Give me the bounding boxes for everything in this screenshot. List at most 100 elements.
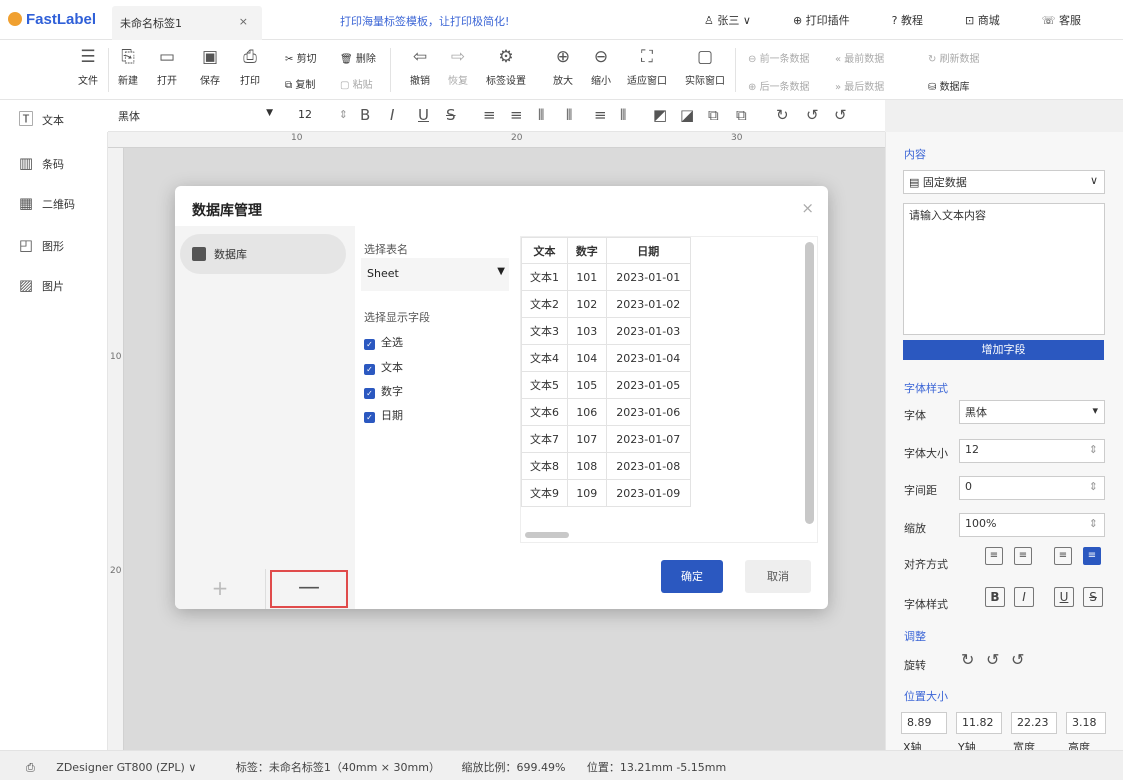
table-select[interactable]: Sheet ▼	[361, 258, 509, 291]
align-right-icon[interactable]: ⫴	[620, 106, 626, 124]
undo-button[interactable]: ⇦ 撤销	[410, 46, 430, 87]
confirm-button[interactable]: 确定	[661, 560, 723, 593]
strikethrough-button[interactable]: S	[1083, 587, 1103, 607]
x-field[interactable]: 8.89	[901, 712, 947, 734]
italic-button[interactable]: I	[1014, 587, 1034, 607]
align-justify-button[interactable]: ≡	[1083, 547, 1101, 565]
add-database-button[interactable]: +	[175, 569, 265, 609]
content-textarea[interactable]: 请输入文本内容	[903, 203, 1105, 335]
paste-button[interactable]: ▢ 粘贴	[340, 76, 373, 91]
align-left-icon[interactable]: ⫴	[538, 106, 544, 124]
rotate-180-icon[interactable]: ↺	[806, 106, 819, 124]
field-checkbox-text[interactable]: ✓ 文本	[364, 359, 403, 375]
stepper-icon[interactable]: ⇕	[1089, 443, 1098, 456]
print-plugin-link[interactable]: ⊕ 打印插件	[793, 12, 871, 28]
label-settings-button[interactable]: ⚙ 标签设置	[486, 46, 526, 87]
font-size-field[interactable]: 12 ⇕	[959, 439, 1105, 463]
rotate-270-icon[interactable]: ↺	[1011, 650, 1024, 669]
italic-icon[interactable]: I	[390, 106, 394, 124]
file-button[interactable]: ☰ 文件	[78, 46, 98, 87]
tool-qrcode[interactable]: ▦ 二维码	[16, 194, 75, 212]
align-top-icon[interactable]: ≡	[483, 106, 496, 124]
last-record-button[interactable]: » 最后数据	[835, 78, 884, 93]
table-cell: 2023-01-04	[605, 344, 692, 372]
field-checkbox-number[interactable]: ✓ 数字	[364, 383, 403, 399]
next-record-button[interactable]: ⊕ 后一条数据	[748, 78, 810, 93]
font-style-section-title: 字体样式	[904, 382, 948, 395]
rotate-180-icon[interactable]: ↺	[986, 650, 999, 669]
letter-spacing-field[interactable]: 0 ⇕	[959, 476, 1105, 500]
new-button[interactable]: ⎘ 新建	[118, 46, 138, 87]
tutorial-link[interactable]: ? 教程	[892, 12, 944, 28]
rotate-90-icon[interactable]: ↻	[776, 106, 789, 124]
actual-window-button[interactable]: ▢ 实际窗口	[685, 46, 725, 87]
printer-select[interactable]: ⎙ ZDesigner GT800 (ZPL) ∨	[26, 761, 214, 774]
align-bottom-icon[interactable]: ≡	[594, 106, 607, 124]
group-icon[interactable]: ⧉	[708, 106, 719, 124]
zoom-out-button[interactable]: ⊖ 缩小	[591, 46, 611, 87]
align-center-icon[interactable]: ⫴	[566, 106, 572, 124]
bold-icon[interactable]: B	[360, 106, 370, 124]
cut-button[interactable]: ✂ 剪切	[285, 50, 317, 65]
vertical-scrollbar[interactable]	[805, 242, 814, 524]
table-cell: 2023-01-09	[605, 479, 692, 507]
align-right-button[interactable]: ≡	[1054, 547, 1072, 565]
content-type-select[interactable]: ▤ 固定数据 ∨	[903, 170, 1105, 194]
bold-button[interactable]: B	[985, 587, 1005, 607]
fit-window-button[interactable]: ⛶ 适应窗口	[627, 46, 667, 87]
copy-button[interactable]: ⧉ 复制	[285, 76, 315, 91]
field-checkbox-date[interactable]: ✓ 日期	[364, 407, 403, 423]
rotate-270-icon[interactable]: ↺	[834, 106, 847, 124]
ungroup-icon[interactable]: ⧉	[736, 106, 747, 124]
barcode-icon: ▥	[18, 154, 34, 172]
strikethrough-icon[interactable]: S	[446, 106, 456, 124]
tool-barcode[interactable]: ▥ 条码	[16, 154, 64, 172]
width-field[interactable]: 22.23	[1011, 712, 1057, 734]
scale-field[interactable]: 100% ⇕	[959, 513, 1105, 537]
align-middle-icon[interactable]: ≡	[510, 106, 523, 124]
layer-front-icon[interactable]: ◩	[653, 106, 667, 124]
prev-record-button[interactable]: ⊖ 前一条数据	[748, 50, 810, 65]
align-center-button[interactable]: ≡	[1014, 547, 1032, 565]
underline-icon[interactable]: U	[418, 106, 429, 124]
shop-link[interactable]: ⊡ 商城	[965, 12, 1021, 28]
redo-button[interactable]: ⇨ 恢复	[448, 46, 468, 87]
first-record-button[interactable]: « 最前数据	[835, 50, 884, 65]
remove-database-button[interactable]: —	[270, 570, 348, 608]
add-field-button[interactable]: 增加字段	[903, 340, 1104, 360]
rotate-90-icon[interactable]: ↻	[961, 650, 974, 669]
field-checkbox-all[interactable]: ✓ 全选	[364, 334, 403, 350]
support-link[interactable]: ☏ 客服	[1042, 12, 1102, 28]
font-select[interactable]: 黑体 ▾	[959, 400, 1105, 424]
close-tab-icon[interactable]: ×	[239, 15, 248, 28]
select-table-label: 选择表名	[364, 243, 408, 256]
tool-shape[interactable]: ◰ 图形	[16, 236, 64, 254]
user-menu[interactable]: ♙ 张三 ∨	[704, 12, 772, 28]
y-field[interactable]: 11.82	[956, 712, 1002, 734]
refresh-button[interactable]: ↻ 刷新数据	[928, 50, 980, 65]
underline-button[interactable]: U	[1054, 587, 1074, 607]
promo-link[interactable]: 打印海量标签模板，让打印极简化!	[340, 13, 509, 29]
layer-back-icon[interactable]: ◪	[680, 106, 694, 124]
close-icon[interactable]: ×	[801, 199, 814, 217]
database-button[interactable]: ⛁ 数据库	[928, 78, 970, 93]
open-button[interactable]: ▭ 打开	[157, 46, 177, 87]
font-family-select[interactable]: 黑体 ▼	[118, 108, 273, 124]
document-tab[interactable]: 未命名标签1 ×	[112, 6, 262, 40]
column-header: 日期	[605, 237, 692, 264]
tool-image[interactable]: ▨ 图片	[16, 276, 64, 294]
database-list-item[interactable]: 数据库	[180, 234, 346, 274]
zoom-info: 缩放比例：699.49%	[461, 761, 566, 774]
delete-button[interactable]: 🗑 删除	[340, 50, 376, 65]
print-button[interactable]: ⎙ 打印	[240, 46, 260, 87]
cancel-button[interactable]: 取消	[745, 560, 811, 593]
align-left-button[interactable]: ≡	[985, 547, 1003, 565]
font-size-input[interactable]: 12 ⇕	[298, 108, 348, 121]
save-button[interactable]: ▣ 保存	[200, 46, 220, 87]
stepper-icon[interactable]: ⇕	[1089, 517, 1098, 530]
stepper-icon[interactable]: ⇕	[1089, 480, 1098, 493]
tool-text[interactable]: 🅃 文本	[0, 100, 108, 132]
zoom-in-button[interactable]: ⊕ 放大	[553, 46, 573, 87]
horizontal-scrollbar[interactable]	[525, 532, 569, 538]
height-field[interactable]: 3.18	[1066, 712, 1106, 734]
